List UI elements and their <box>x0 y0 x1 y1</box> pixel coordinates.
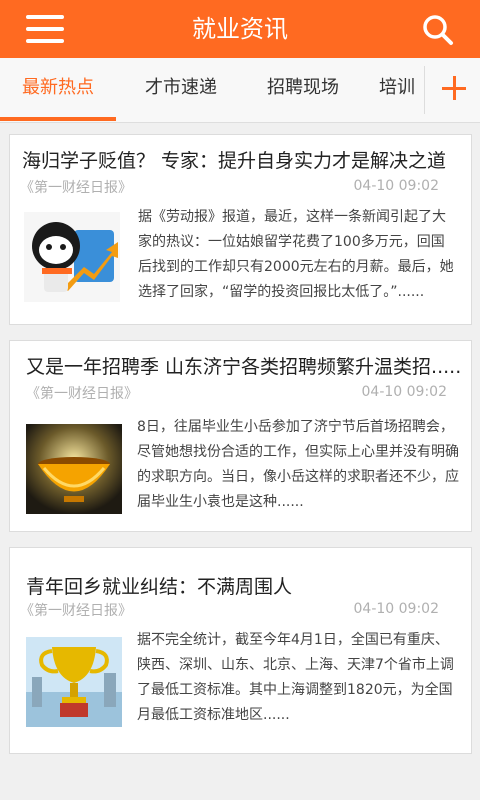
plus-icon[interactable] <box>424 58 480 120</box>
news-card[interactable]: 又是一年招聘季 山东济宁各类招聘频繁升温类招..... 《第一财经日报》 04-… <box>9 340 472 532</box>
news-thumbnail <box>26 424 122 514</box>
news-thumbnail <box>24 212 120 302</box>
news-card[interactable]: 青年回乡就业纠结：不满周围人 《第一财经日报》 04-10 09:02 据不完全… <box>9 547 472 754</box>
news-summary: 据《劳动报》报道，最近，这样一条新闻引起了大家的热议：一位姑娘留学花费了100多… <box>138 209 454 300</box>
news-time: 04-10 09:02 <box>353 601 439 617</box>
news-time: 04-10 09:02 <box>353 178 439 194</box>
tab-talent-express[interactable]: 才市速递 <box>122 58 240 120</box>
tab-divider <box>424 66 425 114</box>
tab-training[interactable]: 培训 <box>364 58 430 120</box>
page-title: 就业资讯 <box>192 15 288 43</box>
tab-latest-hot[interactable]: 最新热点 <box>0 58 116 120</box>
news-time: 04-10 09:02 <box>361 384 447 400</box>
news-source: 《第一财经日报》 <box>20 603 132 619</box>
tab-recruitment-live[interactable]: 招聘现场 <box>244 58 362 120</box>
active-tab-indicator <box>0 117 116 121</box>
top-bar: 就业资讯 <box>0 0 480 58</box>
news-summary: 8日，往届毕业生小岳参加了济宁节后首场招聘会，尽管她想找份合适的工作，但实际上心… <box>137 419 459 510</box>
news-source: 《第一财经日报》 <box>26 386 138 402</box>
news-title: 青年回乡就业纠结：不满周围人 <box>26 576 293 598</box>
news-summary: 据不完全统计，截至今年4月1日，全国已有重庆、陕西、深圳、山东、北京、上海、天津… <box>137 632 454 723</box>
news-thumbnail <box>26 637 122 727</box>
category-tab-bar: 最新热点 才市速递 招聘现场 培训 <box>0 58 480 123</box>
news-card[interactable]: 海归学子贬值？ 专家：提升自身实力才是解决之道 《第一财经日报》 04-10 0… <box>9 134 472 325</box>
news-source: 《第一财经日报》 <box>20 180 132 196</box>
news-title: 海归学子贬值？ 专家：提升自身实力才是解决之道 <box>22 150 447 172</box>
news-title: 又是一年招聘季 山东济宁各类招聘频繁升温类招..... <box>26 356 462 378</box>
search-icon[interactable] <box>420 12 456 48</box>
